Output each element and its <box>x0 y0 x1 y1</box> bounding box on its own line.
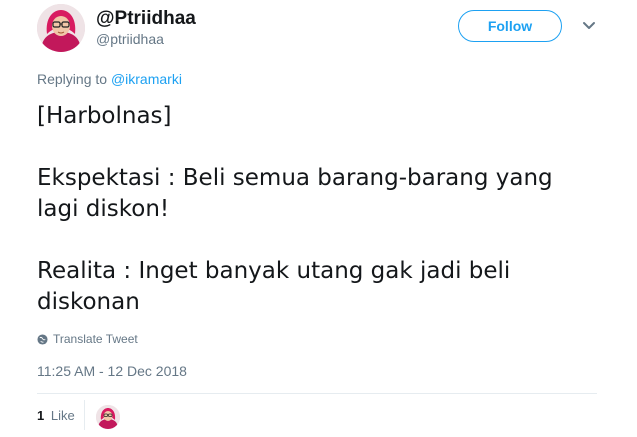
globe-icon <box>37 333 48 345</box>
likes-label: Like <box>50 408 75 423</box>
replying-to-line: Replying to @ikramarki <box>37 71 182 87</box>
chevron-down-icon[interactable] <box>582 20 596 32</box>
tweet-line: Ekspektasi : Beli semua barang-barang ya… <box>37 165 553 222</box>
tweet-card: @Ptriidhaa @ptriidhaa Follow Replying to… <box>0 0 637 437</box>
stats-separator <box>84 400 85 430</box>
tweet-timestamp[interactable]: 11:25 AM - 12 Dec 2018 <box>37 363 187 379</box>
tweet-text: [Harbolnas] Ekspektasi : Beli semua bara… <box>37 101 597 318</box>
replying-to-label: Replying to <box>37 71 108 87</box>
liker-avatar[interactable] <box>96 405 120 429</box>
translate-tweet-label: Translate Tweet <box>53 332 138 346</box>
tweet-line: [Harbolnas] <box>37 103 172 129</box>
tweet-line: Realita : Inget banyak utang gak jadi be… <box>37 258 511 315</box>
translate-tweet-link[interactable]: Translate Tweet <box>37 332 138 346</box>
author-avatar[interactable] <box>37 4 85 52</box>
divider <box>37 393 597 394</box>
likes-stat[interactable]: 1 Like <box>37 408 75 423</box>
profile-avatar-icon <box>37 4 85 52</box>
follow-button[interactable]: Follow <box>458 10 562 42</box>
author-handle[interactable]: @ptriidhaa <box>96 31 164 47</box>
reply-to-user-link[interactable]: @ikramarki <box>111 71 182 87</box>
profile-avatar-icon <box>96 405 120 429</box>
likes-count: 1 <box>37 408 45 423</box>
author-display-name[interactable]: @Ptriidhaa <box>96 8 196 30</box>
